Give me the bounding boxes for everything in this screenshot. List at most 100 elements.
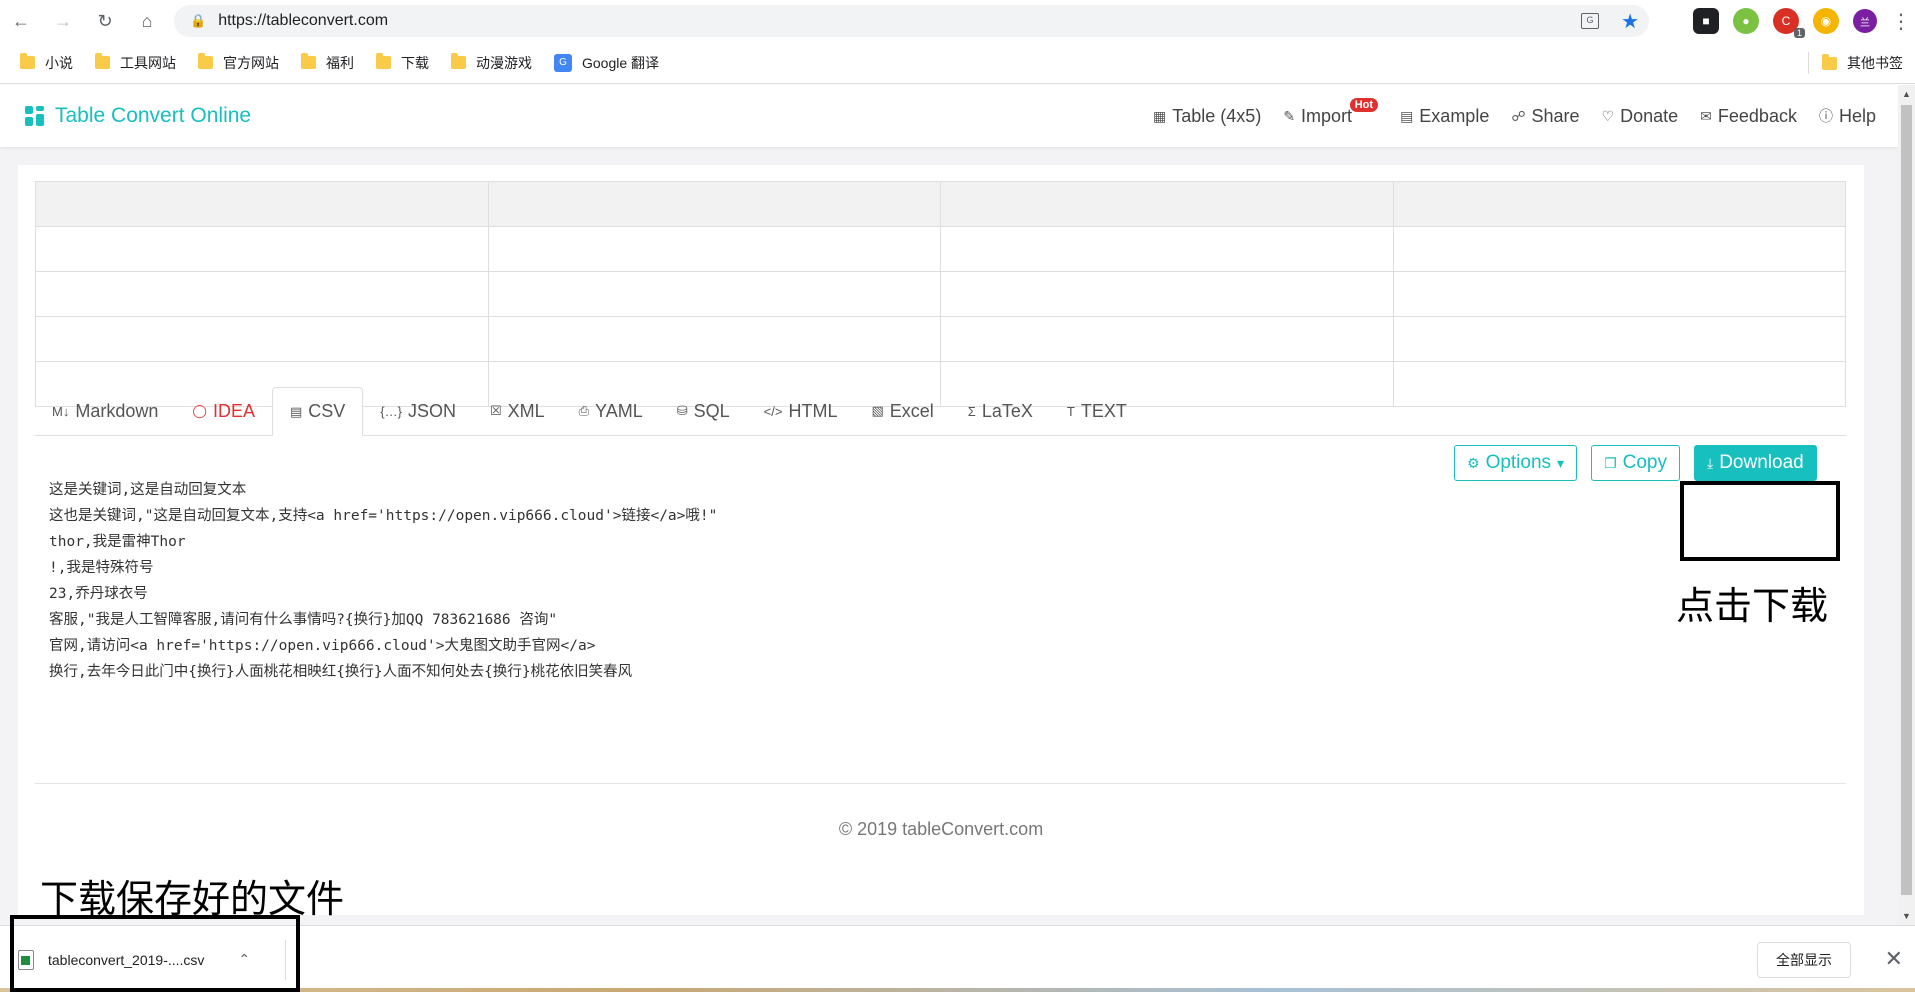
tab-text[interactable]: T TEXT <box>1050 387 1144 435</box>
excel-icon: ▧ <box>871 403 884 418</box>
scroll-down-icon[interactable]: ▼ <box>1898 909 1915 923</box>
table-cell[interactable] <box>35 226 489 272</box>
home-icon[interactable]: ⌂ <box>126 0 168 42</box>
caret-down-icon: ▾ <box>1557 454 1565 471</box>
extension-icon-1[interactable]: ■ <box>1693 8 1719 34</box>
table-cell[interactable] <box>487 271 941 317</box>
table-cell[interactable] <box>940 271 1394 317</box>
weibo-icon[interactable]: ◉ <box>1813 8 1839 34</box>
output-line: 23,乔丹球衣号 <box>49 586 148 602</box>
share-icon: ☍ <box>1511 107 1526 124</box>
tab-html[interactable]: </> HTML <box>747 387 855 435</box>
page-scrollbar[interactable]: ▲ ▼ <box>1898 85 1915 925</box>
lock-icon: 🔒 <box>190 13 207 28</box>
table-cell[interactable] <box>1392 181 1846 227</box>
csv-icon: ▤ <box>289 403 303 419</box>
bookmark-google-translate[interactable]: G Google 翻译 <box>554 53 659 73</box>
download-button[interactable]: ⤓ Download <box>1694 445 1817 481</box>
table-cell[interactable] <box>487 226 941 272</box>
table-cell[interactable] <box>35 271 489 317</box>
browser-toolbar: ← → ↻ ⌂ 🔒 https://tableconvert.com G ★ ■… <box>0 0 1915 42</box>
download-file-highlight-box <box>10 915 300 992</box>
top-nav: ▦ Table (4x5) ✎ Import Hot ▤ Example ☍ Share … <box>1153 85 1876 147</box>
nav-table[interactable]: ▦ Table (4x5) <box>1153 106 1261 127</box>
more-menu-icon[interactable]: ⋮ <box>1891 9 1911 34</box>
tab-csv[interactable]: ▤ CSV <box>271 387 364 436</box>
table-cell[interactable] <box>35 181 489 227</box>
bookmark-item[interactable]: 小说 <box>20 53 73 73</box>
tab-sql[interactable]: ⛁ SQL <box>660 387 747 435</box>
tab-markdown[interactable]: M↓ Markdown <box>35 387 175 435</box>
bookmark-item[interactable]: 工具网站 <box>95 53 176 73</box>
nav-donate[interactable]: ♡ Donate <box>1602 106 1679 127</box>
bookmark-item[interactable]: 官方网站 <box>198 53 279 73</box>
bookmark-star-icon[interactable]: ★ <box>1621 9 1639 34</box>
back-icon[interactable]: ← <box>0 0 42 42</box>
gear-icon: ⚙ <box>1467 454 1480 471</box>
copy-icon: ❐ <box>1604 454 1617 471</box>
google-translate-icon: G <box>554 53 572 72</box>
scroll-thumb[interactable] <box>1901 105 1912 895</box>
close-icon[interactable]: ✕ <box>1885 946 1903 972</box>
nav-feedback[interactable]: ✉ Feedback <box>1700 106 1797 127</box>
table-editor <box>35 181 1846 407</box>
csv-output[interactable]: 这是关键词,这是自动回复文本 这也是关键词,"这是自动回复文本,支持<a href… <box>49 451 717 737</box>
edit-icon: ✎ <box>1283 107 1296 124</box>
extension-icon-3[interactable]: C1 <box>1773 8 1805 38</box>
table-row <box>35 271 1846 317</box>
nav-import[interactable]: ✎ Import Hot <box>1283 97 1379 127</box>
folder-icon <box>198 53 213 69</box>
bookmark-item[interactable]: 动漫游戏 <box>451 53 532 73</box>
bookmark-item[interactable]: 福利 <box>301 53 354 73</box>
nav-share[interactable]: ☍ Share <box>1511 106 1579 127</box>
copyright: © 2019 tableConvert.com <box>838 819 1044 839</box>
table-header-row <box>35 181 1846 227</box>
other-bookmarks[interactable]: 其他书签 <box>1822 42 1903 84</box>
table-cell[interactable] <box>940 316 1394 362</box>
site-logo[interactable]: Table Convert Online <box>25 104 251 128</box>
nav-example[interactable]: ▤ Example <box>1400 106 1489 127</box>
url-text[interactable]: https://tableconvert.com <box>218 12 388 30</box>
output-actions: ⚙ Options ▾ ❐ Copy ⤓ Download <box>1454 445 1817 481</box>
table-cell[interactable] <box>940 181 1394 227</box>
translate-icon[interactable]: G <box>1581 13 1600 29</box>
help-icon: ⓘ <box>1818 108 1833 124</box>
address-bar[interactable]: 🔒 https://tableconvert.com G ★ <box>174 5 1649 37</box>
bookmark-item[interactable]: 下载 <box>376 53 429 73</box>
markdown-icon: M↓ <box>52 403 70 419</box>
tab-excel[interactable]: ▧ Excel <box>854 387 950 435</box>
yaml-icon: ⎙ <box>578 403 590 418</box>
tab-json[interactable]: {…} JSON <box>363 387 473 435</box>
scroll-up-icon[interactable]: ▲ <box>1898 87 1915 101</box>
table-cell[interactable] <box>1392 316 1846 362</box>
reload-icon[interactable]: ↻ <box>84 0 126 42</box>
tab-yaml[interactable]: ⎙ YAML <box>562 387 660 435</box>
table-cell[interactable] <box>487 316 941 362</box>
nav-help[interactable]: ⓘ Help <box>1819 106 1876 127</box>
donate-icon: ♡ <box>1601 107 1615 124</box>
footer-divider <box>35 783 1846 784</box>
table-cell[interactable] <box>1392 226 1846 272</box>
table-cell[interactable] <box>1392 271 1846 317</box>
sigma-icon: Σ <box>967 403 976 419</box>
table-cell[interactable] <box>35 316 489 362</box>
options-button[interactable]: ⚙ Options ▾ <box>1454 445 1578 481</box>
output-line: 这是关键词,这是自动回复文本 <box>49 482 247 498</box>
tab-latex[interactable]: Σ LaTeX <box>951 387 1050 435</box>
show-all-button[interactable]: 全部显示 <box>1757 942 1851 978</box>
logo-icon <box>25 106 45 126</box>
format-tabs: M↓ Markdown ◯ IDEA ▤ CSV {…} JSON ☒ XML ⎙ YAML… <box>35 387 1846 436</box>
profile-avatar[interactable]: 兰 <box>1853 9 1877 33</box>
tab-xml[interactable]: ☒ XML <box>473 387 562 435</box>
table-cell[interactable] <box>940 226 1394 272</box>
html-icon: </> <box>763 403 783 419</box>
extension-icon-2[interactable]: ● <box>1733 8 1759 34</box>
hot-badge: Hot <box>1349 97 1379 112</box>
page-viewport: Table Convert Online ▦ Table (4x5) ✎ Impor… <box>0 85 1898 925</box>
extension-badge: 1 <box>1793 28 1805 38</box>
forward-icon[interactable]: → <box>42 0 84 42</box>
copy-button[interactable]: ❐ Copy <box>1591 445 1680 481</box>
tab-idea[interactable]: ◯ IDEA <box>175 387 272 435</box>
table-row <box>35 226 1846 272</box>
table-cell[interactable] <box>487 181 941 227</box>
